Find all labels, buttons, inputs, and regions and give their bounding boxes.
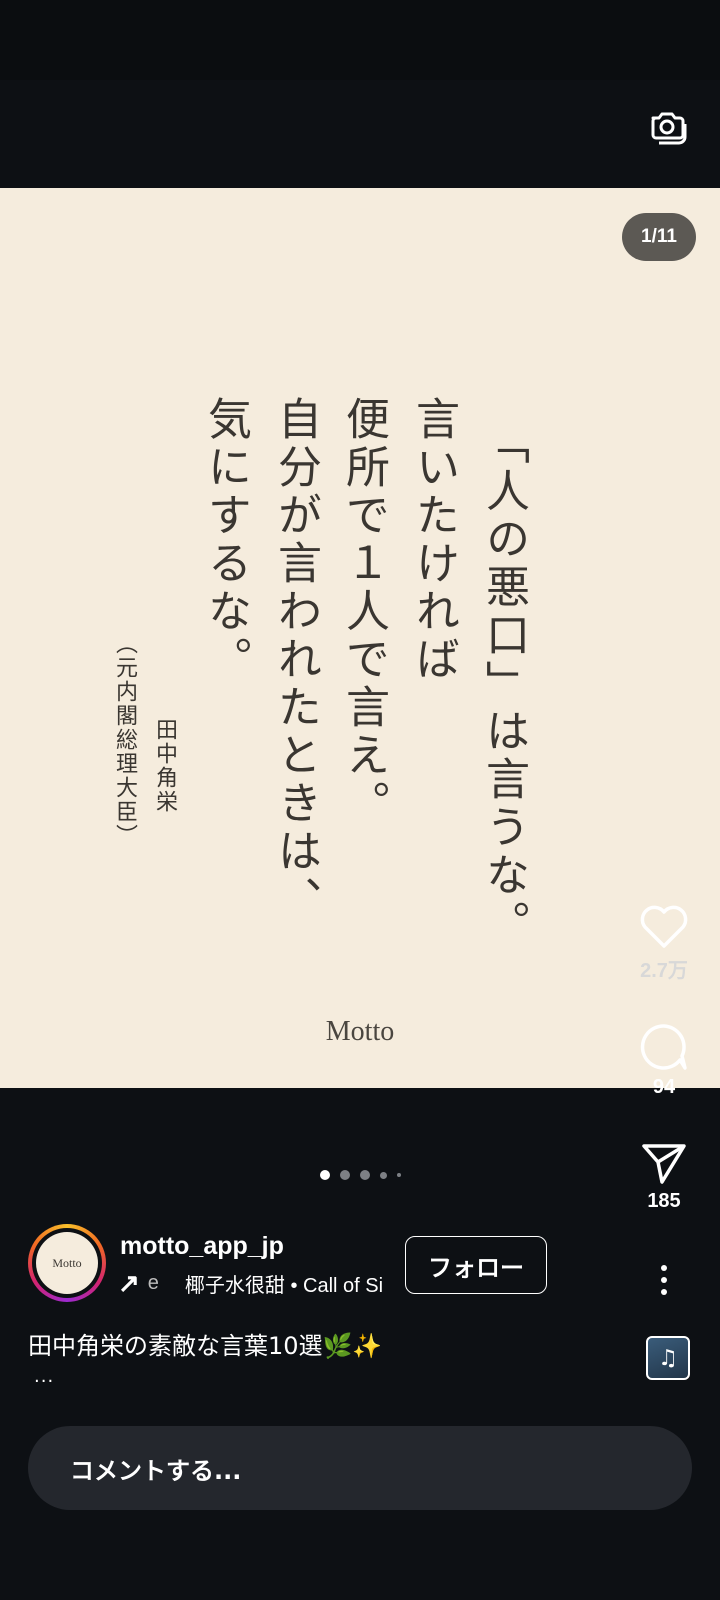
like-count: 2.7万: [640, 960, 688, 982]
avatar-logo: Motto: [36, 1232, 98, 1294]
heart-icon[interactable]: [639, 904, 689, 950]
carousel-dot: [319, 1170, 330, 1180]
music-info[interactable]: ↗ e 椰子水很甜 • Call of Si: [118, 1268, 388, 1298]
carousel-indicator: [0, 1170, 720, 1180]
arrow-icon: ↗: [118, 1268, 140, 1298]
carousel-dot: [359, 1170, 370, 1180]
more-vertical-icon[interactable]: [634, 1264, 694, 1296]
carousel-dot: [396, 1173, 401, 1177]
author-title: （元内閣総理大臣）: [112, 632, 137, 848]
comment-icon[interactable]: [639, 1022, 689, 1072]
brand-watermark: Motto: [325, 1016, 395, 1047]
share-count: 185: [647, 1190, 681, 1212]
caption-more[interactable]: ...: [34, 1366, 54, 1387]
music-note-icon[interactable]: ♫: [646, 1336, 690, 1380]
follow-button[interactable]: フォロー: [405, 1236, 547, 1294]
slide-counter: 1/11: [622, 213, 696, 261]
send-icon[interactable]: [640, 1140, 688, 1186]
top-header: [0, 80, 720, 188]
like-action[interactable]: 2.7万: [634, 904, 694, 983]
music-title: 椰子水很甜 • Call of Si: [184, 1274, 384, 1297]
carousel-dot: [379, 1171, 387, 1179]
music-prefix: e: [147, 1271, 159, 1294]
avatar[interactable]: Motto: [28, 1224, 106, 1302]
quote-line-1: 「人の悪口」は言うな。: [478, 420, 529, 948]
username[interactable]: motto_app_jp: [120, 1232, 284, 1261]
quote-line-2: 言いたければ: [408, 396, 459, 684]
status-bar: [0, 0, 720, 80]
author-name: 田中角栄: [152, 718, 177, 814]
comment-input[interactable]: コメントする...: [28, 1426, 692, 1510]
quote-line-5: 気にするな。: [200, 396, 251, 684]
quote-line-4: 自分が言われたときは、: [270, 396, 321, 924]
camera-icon[interactable]: [646, 104, 690, 148]
comment-placeholder: コメントする...: [70, 1456, 242, 1485]
quote-line-3: 便所で１人で言え。: [338, 396, 389, 828]
carousel-dot: [339, 1170, 350, 1180]
comment-count: 94: [652, 1076, 676, 1098]
share-action[interactable]: 185: [634, 1140, 694, 1213]
comment-action[interactable]: 94: [634, 1022, 694, 1099]
post-caption[interactable]: 田中角栄の素敵な言葉10選🌿✨: [28, 1326, 382, 1361]
